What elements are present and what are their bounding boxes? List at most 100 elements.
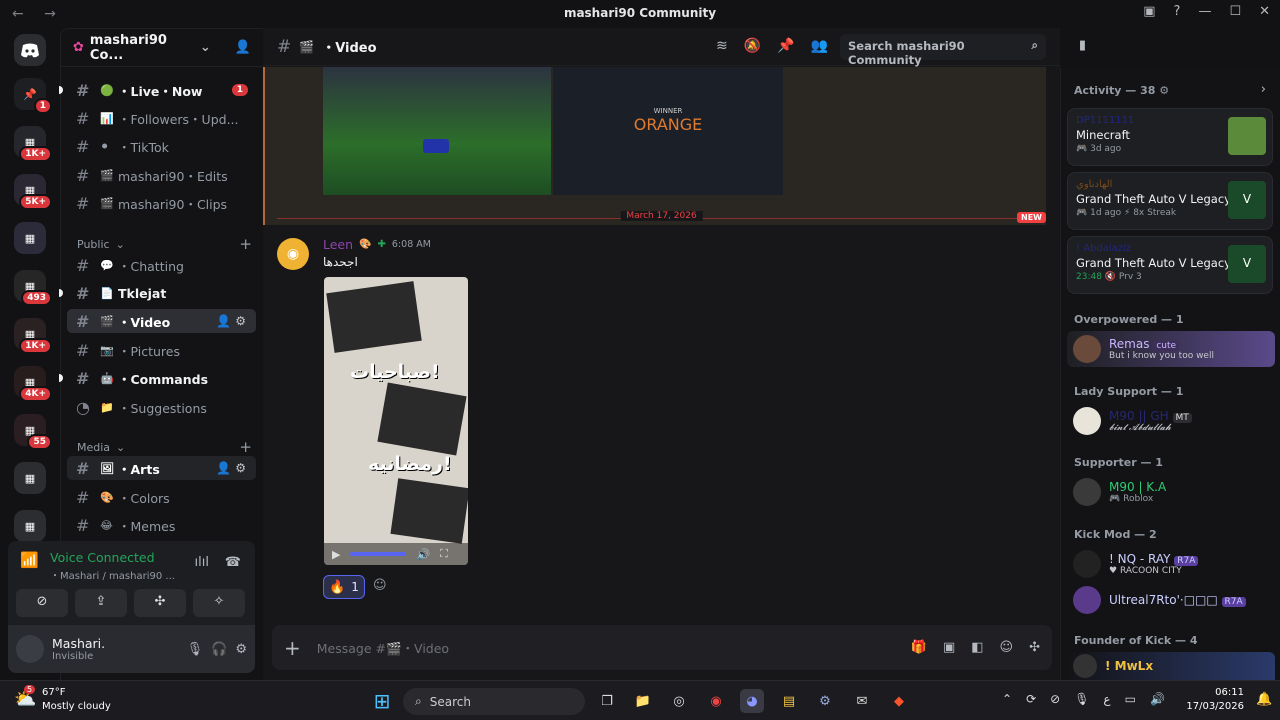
emoji-icon[interactable]: ☺ <box>1000 640 1014 655</box>
screen-share-button[interactable]: ⇪ <box>75 589 127 617</box>
member-row[interactable]: Remas cute But i know you too well <box>1067 331 1275 367</box>
server-icon-8[interactable]: ▦ 55 <box>14 414 52 450</box>
reaction-fire[interactable]: 🔥 1 <box>323 575 365 599</box>
clock-date[interactable]: 17/03/2026 <box>1186 701 1244 712</box>
pin-icon[interactable]: 📌 <box>777 38 794 54</box>
volume-icon[interactable]: 🔊 <box>1150 692 1165 706</box>
voice-location[interactable]: ・Mashari / mashari90 ... <box>50 567 175 582</box>
microphone-icon[interactable]: 🎙 <box>1074 692 1089 706</box>
channel-tools[interactable]: 👤⚙ <box>216 461 250 475</box>
close-button[interactable]: ✕ <box>1259 4 1270 19</box>
embed-image-left[interactable] <box>323 67 551 195</box>
category-public[interactable]: Public ⌄ + <box>77 235 252 253</box>
sticker-icon[interactable]: ◧ <box>971 640 983 655</box>
microphone-icon[interactable]: 🎙 <box>187 642 204 657</box>
steam-icon[interactable]: ⚙ <box>813 689 837 713</box>
member-row[interactable]: Ultreal7Rto'·□□□ R7A <box>1073 586 1273 614</box>
server-icon-6[interactable]: ▦ 1K+ <box>14 318 52 354</box>
discord-taskbar-icon[interactable]: ◕ <box>740 689 764 713</box>
network-off-icon[interactable]: ⊘ <box>1050 692 1060 706</box>
avatar[interactable]: ◉ <box>277 238 309 270</box>
activity-card[interactable]: DP1111111 Minecraft 🎮 3d ago <box>1067 108 1273 166</box>
threads-icon[interactable]: ≋ <box>716 38 728 54</box>
member-row[interactable]: M90 || GH MT 𝓫𝓲𝓷𝓽 𝓐𝓫𝓭𝓾𝓵𝓵𝓪𝓱 <box>1073 407 1273 435</box>
sync-icon[interactable]: ⟳ <box>1026 692 1036 706</box>
channel-arts[interactable]: # 🖼 ・Arts 👤⚙ <box>67 456 256 480</box>
language-indicator[interactable]: ع <box>1103 692 1110 706</box>
disconnect-icon[interactable]: ☎ <box>225 555 241 570</box>
help-icon[interactable]: ? <box>1174 4 1181 19</box>
app-icon[interactable]: ▤ <box>777 689 801 713</box>
taskbar-search[interactable]: ⌕ Search <box>403 688 585 715</box>
server-icon-4[interactable]: ▦ <box>14 222 46 254</box>
category-media[interactable]: Media ⌄ + <box>77 438 252 456</box>
add-channel-icon[interactable]: + <box>239 235 252 253</box>
channel-video[interactable]: # 🎬 ・Video 👤⚙ <box>67 309 256 333</box>
settings-gear-icon[interactable]: ⚙ <box>235 642 247 657</box>
activity-card[interactable]: الهادناوي Grand Theft Auto V Legacy 🎮 1d… <box>1067 172 1273 230</box>
minimize-button[interactable]: — <box>1198 4 1211 19</box>
server-header[interactable]: ✿ mashari90 Co... ⌄ 👤 <box>61 29 263 67</box>
display-icon[interactable]: ▭ <box>1125 692 1136 706</box>
volume-icon[interactable]: 🔊 <box>416 548 430 561</box>
server-icon-5[interactable]: ▦ 493 <box>14 270 52 306</box>
channel-live-now[interactable]: # 🟢 ・Live・Now 1 <box>59 78 256 102</box>
activities-button[interactable]: ✣ <box>134 589 186 617</box>
member-row[interactable]: ! NQ - RAY R7A ♥ RACOON CITY <box>1073 550 1273 578</box>
channel-tiktok[interactable]: # ⚫ ・TikTok <box>67 134 256 158</box>
task-view-icon[interactable]: ❐ <box>595 689 619 713</box>
channel-tools[interactable]: 👤⚙ <box>216 314 250 328</box>
chevron-up-icon[interactable]: ⌃ <box>1002 692 1012 706</box>
chevron-right-icon[interactable]: › <box>1261 82 1266 97</box>
chrome-icon[interactable]: ◉ <box>704 689 728 713</box>
avatar[interactable] <box>16 635 44 663</box>
clock-time[interactable]: 06:11 <box>1186 687 1244 698</box>
server-icon-7[interactable]: ▦ 4K+ <box>14 366 52 402</box>
member-row[interactable]: ! MwLx <box>1067 652 1275 680</box>
video-attachment[interactable]: صباحيات! رمضانيه! ▶ 🔊 ⛶ <box>324 277 468 565</box>
app-icon[interactable]: ◎ <box>667 689 691 713</box>
message-composer[interactable]: + Message #🎬・Video 🎁 ▣ ◧ ☺ ✣ <box>272 625 1052 670</box>
channel-followers[interactable]: # 📊 ・Followers・Upd... <box>67 106 256 130</box>
noise-suppression-icon[interactable]: ılıl <box>195 555 209 570</box>
channel-pictures[interactable]: # 📷 ・Pictures <box>67 338 256 362</box>
activity-card[interactable]: ! Abdalaziz Grand Theft Auto V Legacy 23… <box>1067 236 1273 294</box>
discord-home-icon[interactable] <box>14 34 46 66</box>
embed-image-right[interactable]: WINNER ORANGE <box>553 67 783 195</box>
inbox-icon[interactable]: ▣ <box>1143 4 1155 19</box>
fullscreen-icon[interactable]: ⛶ <box>440 547 448 561</box>
camera-off-button[interactable]: ⊘ <box>16 589 68 617</box>
gift-icon[interactable]: 🎁 <box>911 640 927 655</box>
mail-icon[interactable]: ✉ <box>850 689 874 713</box>
channel-tklejat[interactable]: # 📄 Tklejat <box>59 281 256 305</box>
soundboard-button[interactable]: ✧ <box>193 589 245 617</box>
search-input[interactable]: Search mashari90 Community ⌕ <box>840 34 1046 67</box>
add-attachment-icon[interactable]: + <box>284 636 301 660</box>
gif-icon[interactable]: ▣ <box>943 640 955 655</box>
channel-memes[interactable]: # 😂 ・Memes <box>67 513 256 537</box>
server-icon-2[interactable]: ▦ 1K+ <box>14 126 52 162</box>
channel-colors[interactable]: # 🎨 ・Colors <box>67 485 256 509</box>
play-icon[interactable]: ▶ <box>332 548 340 561</box>
channel-suggestions[interactable]: ◔ 📁 ・Suggestions <box>67 395 256 419</box>
progress-bar[interactable] <box>350 552 407 556</box>
notification-bell-icon[interactable]: 🔔 <box>1256 692 1272 707</box>
server-icon-10[interactable]: ▦ <box>14 510 46 542</box>
server-icon-9[interactable]: ▦ <box>14 462 46 494</box>
message-author[interactable]: Leen <box>323 237 353 252</box>
file-explorer-icon[interactable]: 📁 <box>631 689 655 713</box>
invite-icon[interactable]: 👤 <box>235 40 251 55</box>
notification-bell-icon[interactable]: 🔕 <box>744 38 761 54</box>
member-list-icon[interactable]: 👥 <box>811 38 828 54</box>
windows-start-icon[interactable]: ⊞ <box>370 689 394 713</box>
channel-commands[interactable]: # 🤖 ・Commands <box>59 366 256 390</box>
inbox-icon[interactable]: ▮ <box>1079 38 1086 53</box>
headphones-icon[interactable]: 🎧 <box>211 642 227 657</box>
server-icon-1[interactable]: 📌 1 <box>14 78 52 114</box>
add-reaction-icon[interactable]: ☺ <box>373 578 387 593</box>
add-channel-icon[interactable]: + <box>239 438 252 456</box>
member-row[interactable]: M90 | K.A 🎮 Roblox <box>1073 478 1273 506</box>
channel-clips[interactable]: # 🎬 mashari90・Clips <box>67 191 256 215</box>
message-input[interactable]: Message #🎬・Video <box>317 638 449 657</box>
brave-icon[interactable]: ◆ <box>887 689 911 713</box>
